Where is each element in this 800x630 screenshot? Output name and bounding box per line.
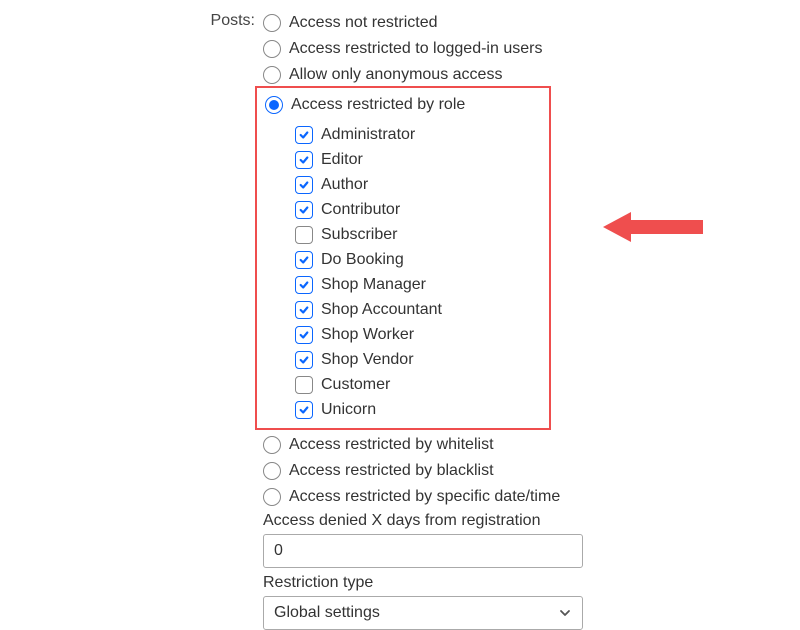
radio-access-logged-in[interactable]: Access restricted to logged-in users	[263, 36, 783, 62]
radio-label: Access restricted by role	[291, 92, 465, 118]
check-icon	[299, 330, 309, 340]
radio-icon	[263, 488, 281, 506]
radio-icon	[263, 436, 281, 454]
radio-label: Access restricted by specific date/time	[289, 484, 560, 510]
role-customer[interactable]: Customer	[295, 372, 541, 397]
checkbox-icon	[295, 126, 313, 144]
role-author[interactable]: Author	[295, 172, 541, 197]
check-icon	[299, 205, 309, 215]
roles-highlight-box: Access restricted by role Administrator …	[255, 86, 551, 430]
options-column: Access not restricted Access restricted …	[263, 10, 783, 630]
role-unicorn[interactable]: Unicorn	[295, 397, 541, 422]
role-subscriber[interactable]: Subscriber	[295, 222, 541, 247]
role-shop-vendor[interactable]: Shop Vendor	[295, 347, 541, 372]
chevron-down-icon	[558, 606, 572, 620]
role-label: Editor	[321, 151, 363, 169]
roles-list: Administrator Editor Author Contributor …	[265, 122, 541, 422]
radio-restricted-by-role[interactable]: Access restricted by role	[265, 92, 541, 118]
radio-label: Access not restricted	[289, 10, 438, 36]
role-label: Do Booking	[321, 251, 404, 269]
radio-blacklist[interactable]: Access restricted by blacklist	[263, 458, 783, 484]
denied-days-label: Access denied X days from registration	[263, 512, 783, 530]
check-icon	[299, 130, 309, 140]
role-shop-accountant[interactable]: Shop Accountant	[295, 297, 541, 322]
role-label: Customer	[321, 376, 390, 394]
role-contributor[interactable]: Contributor	[295, 197, 541, 222]
restriction-type-select[interactable]: Global settings	[263, 596, 583, 630]
radio-access-not-restricted[interactable]: Access not restricted	[263, 10, 783, 36]
highlight-arrow-icon	[603, 212, 703, 242]
checkbox-icon	[295, 301, 313, 319]
row-label-posts: Posts:	[0, 10, 263, 30]
role-label: Unicorn	[321, 401, 376, 419]
arrow-head-icon	[603, 212, 631, 242]
radio-icon	[263, 66, 281, 84]
role-shop-worker[interactable]: Shop Worker	[295, 322, 541, 347]
radio-icon	[263, 462, 281, 480]
checkbox-icon	[295, 351, 313, 369]
check-icon	[299, 155, 309, 165]
posts-access-row: Posts: Access not restricted Access rest…	[0, 0, 800, 630]
restriction-type-label: Restriction type	[263, 574, 783, 592]
checkbox-icon	[295, 376, 313, 394]
role-do-booking[interactable]: Do Booking	[295, 247, 541, 272]
role-label: Shop Vendor	[321, 351, 414, 369]
role-administrator[interactable]: Administrator	[295, 122, 541, 147]
role-label: Shop Accountant	[321, 301, 442, 319]
arrow-body-icon	[631, 220, 703, 234]
radio-dot-icon	[269, 100, 279, 110]
checkbox-icon	[295, 176, 313, 194]
role-shop-manager[interactable]: Shop Manager	[295, 272, 541, 297]
checkbox-icon	[295, 276, 313, 294]
radio-whitelist[interactable]: Access restricted by whitelist	[263, 432, 783, 458]
radio-icon-selected	[265, 96, 283, 114]
role-editor[interactable]: Editor	[295, 147, 541, 172]
check-icon	[299, 405, 309, 415]
role-label: Administrator	[321, 126, 415, 144]
radio-label: Access restricted to logged-in users	[289, 36, 542, 62]
check-icon	[299, 255, 309, 265]
checkbox-icon	[295, 251, 313, 269]
radio-specific-datetime[interactable]: Access restricted by specific date/time	[263, 484, 783, 510]
check-icon	[299, 180, 309, 190]
radio-label: Allow only anonymous access	[289, 62, 502, 88]
check-icon	[299, 280, 309, 290]
checkbox-icon	[295, 401, 313, 419]
check-icon	[299, 305, 309, 315]
role-label: Contributor	[321, 201, 400, 219]
radio-label: Access restricted by whitelist	[289, 432, 494, 458]
select-value: Global settings	[274, 604, 380, 622]
checkbox-icon	[295, 326, 313, 344]
role-label: Subscriber	[321, 226, 397, 244]
role-label: Author	[321, 176, 368, 194]
checkbox-icon	[295, 226, 313, 244]
radio-icon	[263, 14, 281, 32]
radio-icon	[263, 40, 281, 58]
denied-days-input[interactable]	[263, 534, 583, 568]
role-label: Shop Manager	[321, 276, 426, 294]
check-icon	[299, 355, 309, 365]
radio-label: Access restricted by blacklist	[289, 458, 494, 484]
checkbox-icon	[295, 201, 313, 219]
checkbox-icon	[295, 151, 313, 169]
role-label: Shop Worker	[321, 326, 414, 344]
radio-anonymous-only[interactable]: Allow only anonymous access	[263, 62, 783, 88]
